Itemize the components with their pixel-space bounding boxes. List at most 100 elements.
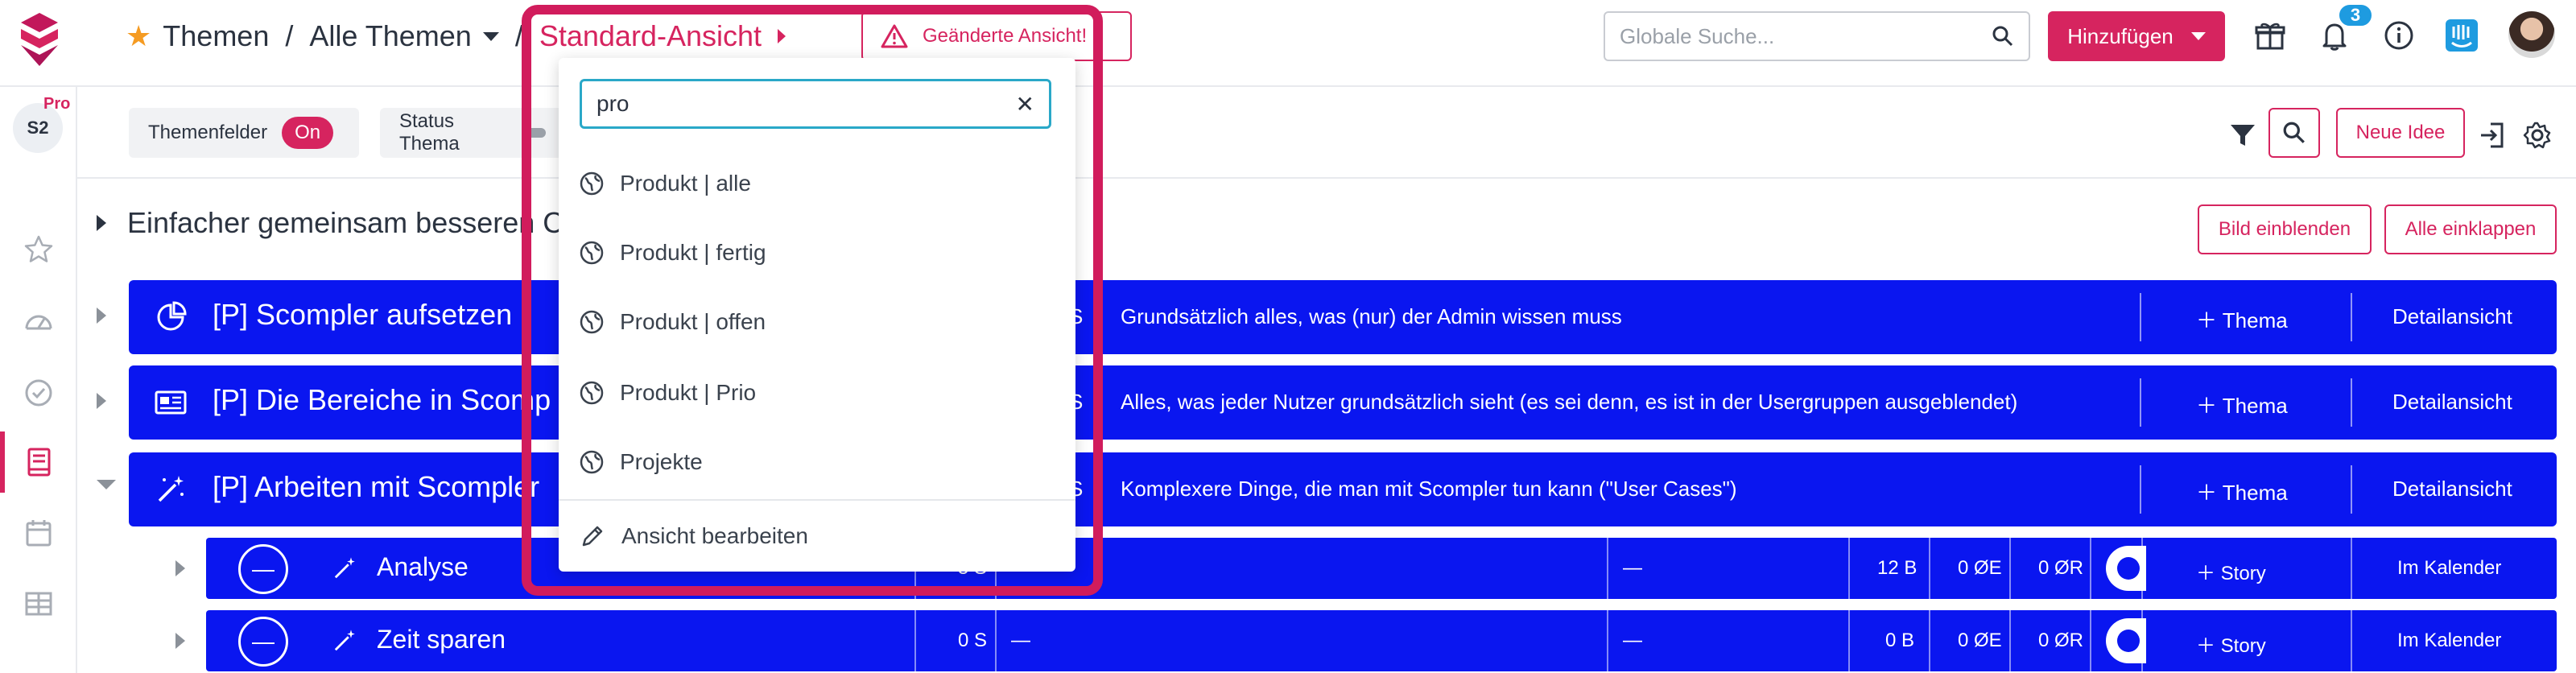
gift-icon[interactable] xyxy=(2252,18,2288,53)
breadcrumb-alle-themen[interactable]: Alle Themen xyxy=(309,19,471,53)
theme-field: — xyxy=(1623,557,1642,579)
new-idea-button[interactable]: Neue Idee xyxy=(2336,108,2465,158)
add-button-label: Hinzufügen xyxy=(2067,23,2174,48)
view-option[interactable]: Produkt | offen xyxy=(580,298,766,346)
add-theme-label: Thema xyxy=(2222,394,2288,418)
book-icon[interactable] xyxy=(21,444,56,480)
theme-title[interactable]: Zeit sparen xyxy=(377,625,506,654)
intercom-icon[interactable] xyxy=(2444,18,2479,53)
globe-icon xyxy=(580,171,604,196)
clear-icon[interactable]: ✕ xyxy=(1016,91,1034,118)
magic-wand-icon xyxy=(334,630,355,651)
filter-toggle[interactable] xyxy=(521,128,546,138)
globe-icon xyxy=(580,381,604,405)
divider xyxy=(2351,378,2352,427)
plan-badge: Pro xyxy=(43,95,71,113)
divider xyxy=(1929,538,1930,599)
detail-view-button[interactable]: Detailansicht xyxy=(2392,390,2512,415)
avatar[interactable] xyxy=(2508,11,2555,58)
divider xyxy=(2351,538,2352,599)
pencil-icon xyxy=(582,526,603,547)
theme-row[interactable]: — Zeit sparen 0 S — — 0 B 0 ØE 0 ØR ＋ St… xyxy=(175,610,2557,671)
import-icon[interactable] xyxy=(2476,119,2508,151)
info-icon[interactable] xyxy=(2381,18,2417,53)
add-theme-button[interactable]: ＋ Thema xyxy=(2196,390,2288,419)
filter-chip-status[interactable]: Status Thema xyxy=(380,108,565,158)
section-header[interactable]: Einfacher gemeinsam besseren C xyxy=(97,206,564,240)
search-button[interactable] xyxy=(2268,108,2320,158)
detail-view-button[interactable]: Detailansicht xyxy=(2392,477,2512,502)
globe-icon xyxy=(580,241,604,265)
changed-view-button[interactable]: Geänderte Ansicht! xyxy=(861,11,1132,61)
view-option-label: Projekte xyxy=(620,449,703,474)
topic-title[interactable]: [P] Die Bereiche in Scomp xyxy=(213,383,551,417)
topic-row[interactable]: [P] Scompler aufsetzen S Grundsätzlich a… xyxy=(97,280,2557,354)
breadcrumb-themen[interactable]: Themen xyxy=(163,19,269,53)
breadcrumb-view[interactable]: Standard-Ansicht xyxy=(539,19,762,53)
global-search-input[interactable]: Globale Suche... xyxy=(1604,11,2030,61)
search-icon[interactable] xyxy=(1992,25,2014,47)
expand-icon[interactable] xyxy=(175,633,185,649)
table-icon[interactable] xyxy=(21,586,56,621)
view-option[interactable]: Produkt | fertig xyxy=(580,229,766,277)
divider xyxy=(2351,465,2352,514)
expand-icon[interactable] xyxy=(97,215,106,231)
in-calendar-button[interactable]: Im Kalender xyxy=(2397,630,2501,652)
detail-view-button[interactable]: Detailansicht xyxy=(2392,304,2512,329)
view-option[interactable]: Produkt | alle xyxy=(580,159,751,208)
topic-row[interactable]: [P] Die Bereiche in Scomp S Alles, was j… xyxy=(97,365,2557,440)
chevron-right-icon[interactable] xyxy=(778,29,786,43)
logo-icon[interactable] xyxy=(18,11,61,68)
filter-icon[interactable] xyxy=(2227,119,2259,151)
expand-icon[interactable] xyxy=(97,308,106,324)
theme-e-avg: 0 ØE xyxy=(1958,630,2002,651)
add-theme-button[interactable]: ＋ Thema xyxy=(2196,304,2288,334)
add-button[interactable]: Hinzufügen xyxy=(2048,11,2225,61)
newspaper-icon xyxy=(153,385,188,420)
view-dropdown: pro ✕ Produkt | alle Produkt | fertig Pr… xyxy=(559,58,1075,572)
add-theme-button[interactable]: ＋ Thema xyxy=(2196,477,2288,506)
star-icon[interactable]: ★ xyxy=(126,19,151,53)
topic-title[interactable]: [P] Scompler aufsetzen xyxy=(213,298,512,332)
topic-description: Alles, was jeder Nutzer grundsätzlich si… xyxy=(1121,390,2018,414)
divider xyxy=(1848,610,1850,671)
section-title: Einfacher gemeinsam besseren C xyxy=(127,206,564,239)
globe-icon xyxy=(580,450,604,474)
view-option[interactable]: Produkt | Prio xyxy=(580,369,756,417)
divider xyxy=(2009,538,2011,599)
topic-row[interactable]: [P] Arbeiten mit Scompler S Komplexere D… xyxy=(97,452,2557,526)
calendar-icon[interactable] xyxy=(21,515,56,551)
edit-view-label: Ansicht bearbeiten xyxy=(621,523,808,548)
breadcrumb-separator: / xyxy=(514,19,523,52)
collapse-all-button[interactable]: Alle einklappen xyxy=(2384,204,2557,254)
status-circle[interactable]: — xyxy=(238,544,288,594)
gear-icon[interactable] xyxy=(2521,119,2553,151)
magic-wand-icon xyxy=(153,472,188,507)
theme-title[interactable]: Analyse xyxy=(377,552,469,582)
status-circle[interactable]: — xyxy=(238,617,288,667)
chevron-down-icon[interactable] xyxy=(482,31,499,41)
topic-title[interactable]: [P] Arbeiten mit Scompler xyxy=(213,470,539,504)
expand-icon[interactable] xyxy=(175,560,185,576)
check-circle-icon[interactable] xyxy=(21,375,56,411)
breadcrumb-separator: / xyxy=(285,19,294,52)
collapse-icon[interactable] xyxy=(97,480,116,489)
filter-toggle[interactable]: On xyxy=(282,117,334,149)
in-calendar-button[interactable]: Im Kalender xyxy=(2397,557,2501,580)
dashboard-icon[interactable] xyxy=(21,304,56,340)
star-icon[interactable] xyxy=(21,232,56,267)
expand-icon[interactable] xyxy=(97,393,106,409)
theme-r-avg: 0 ØR xyxy=(2038,557,2084,579)
view-option[interactable]: Projekte xyxy=(580,438,703,486)
view-search-input[interactable]: pro ✕ xyxy=(580,79,1051,129)
theme-b-count: 12 B xyxy=(1877,557,1918,579)
add-story-button[interactable]: ＋ Story xyxy=(2196,557,2266,585)
edit-view-button[interactable]: Ansicht bearbeiten xyxy=(580,512,808,560)
filter-chip-themenfelder[interactable]: Themenfelder On xyxy=(129,108,359,158)
view-option-label: Produkt | alle xyxy=(620,171,751,196)
add-story-button[interactable]: ＋ Story xyxy=(2196,630,2266,658)
progress-donut xyxy=(2106,618,2146,663)
view-option-label: Produkt | fertig xyxy=(620,240,766,265)
show-image-button[interactable]: Bild einblenden xyxy=(2198,204,2372,254)
theme-stories-count: 0 S xyxy=(958,630,988,651)
